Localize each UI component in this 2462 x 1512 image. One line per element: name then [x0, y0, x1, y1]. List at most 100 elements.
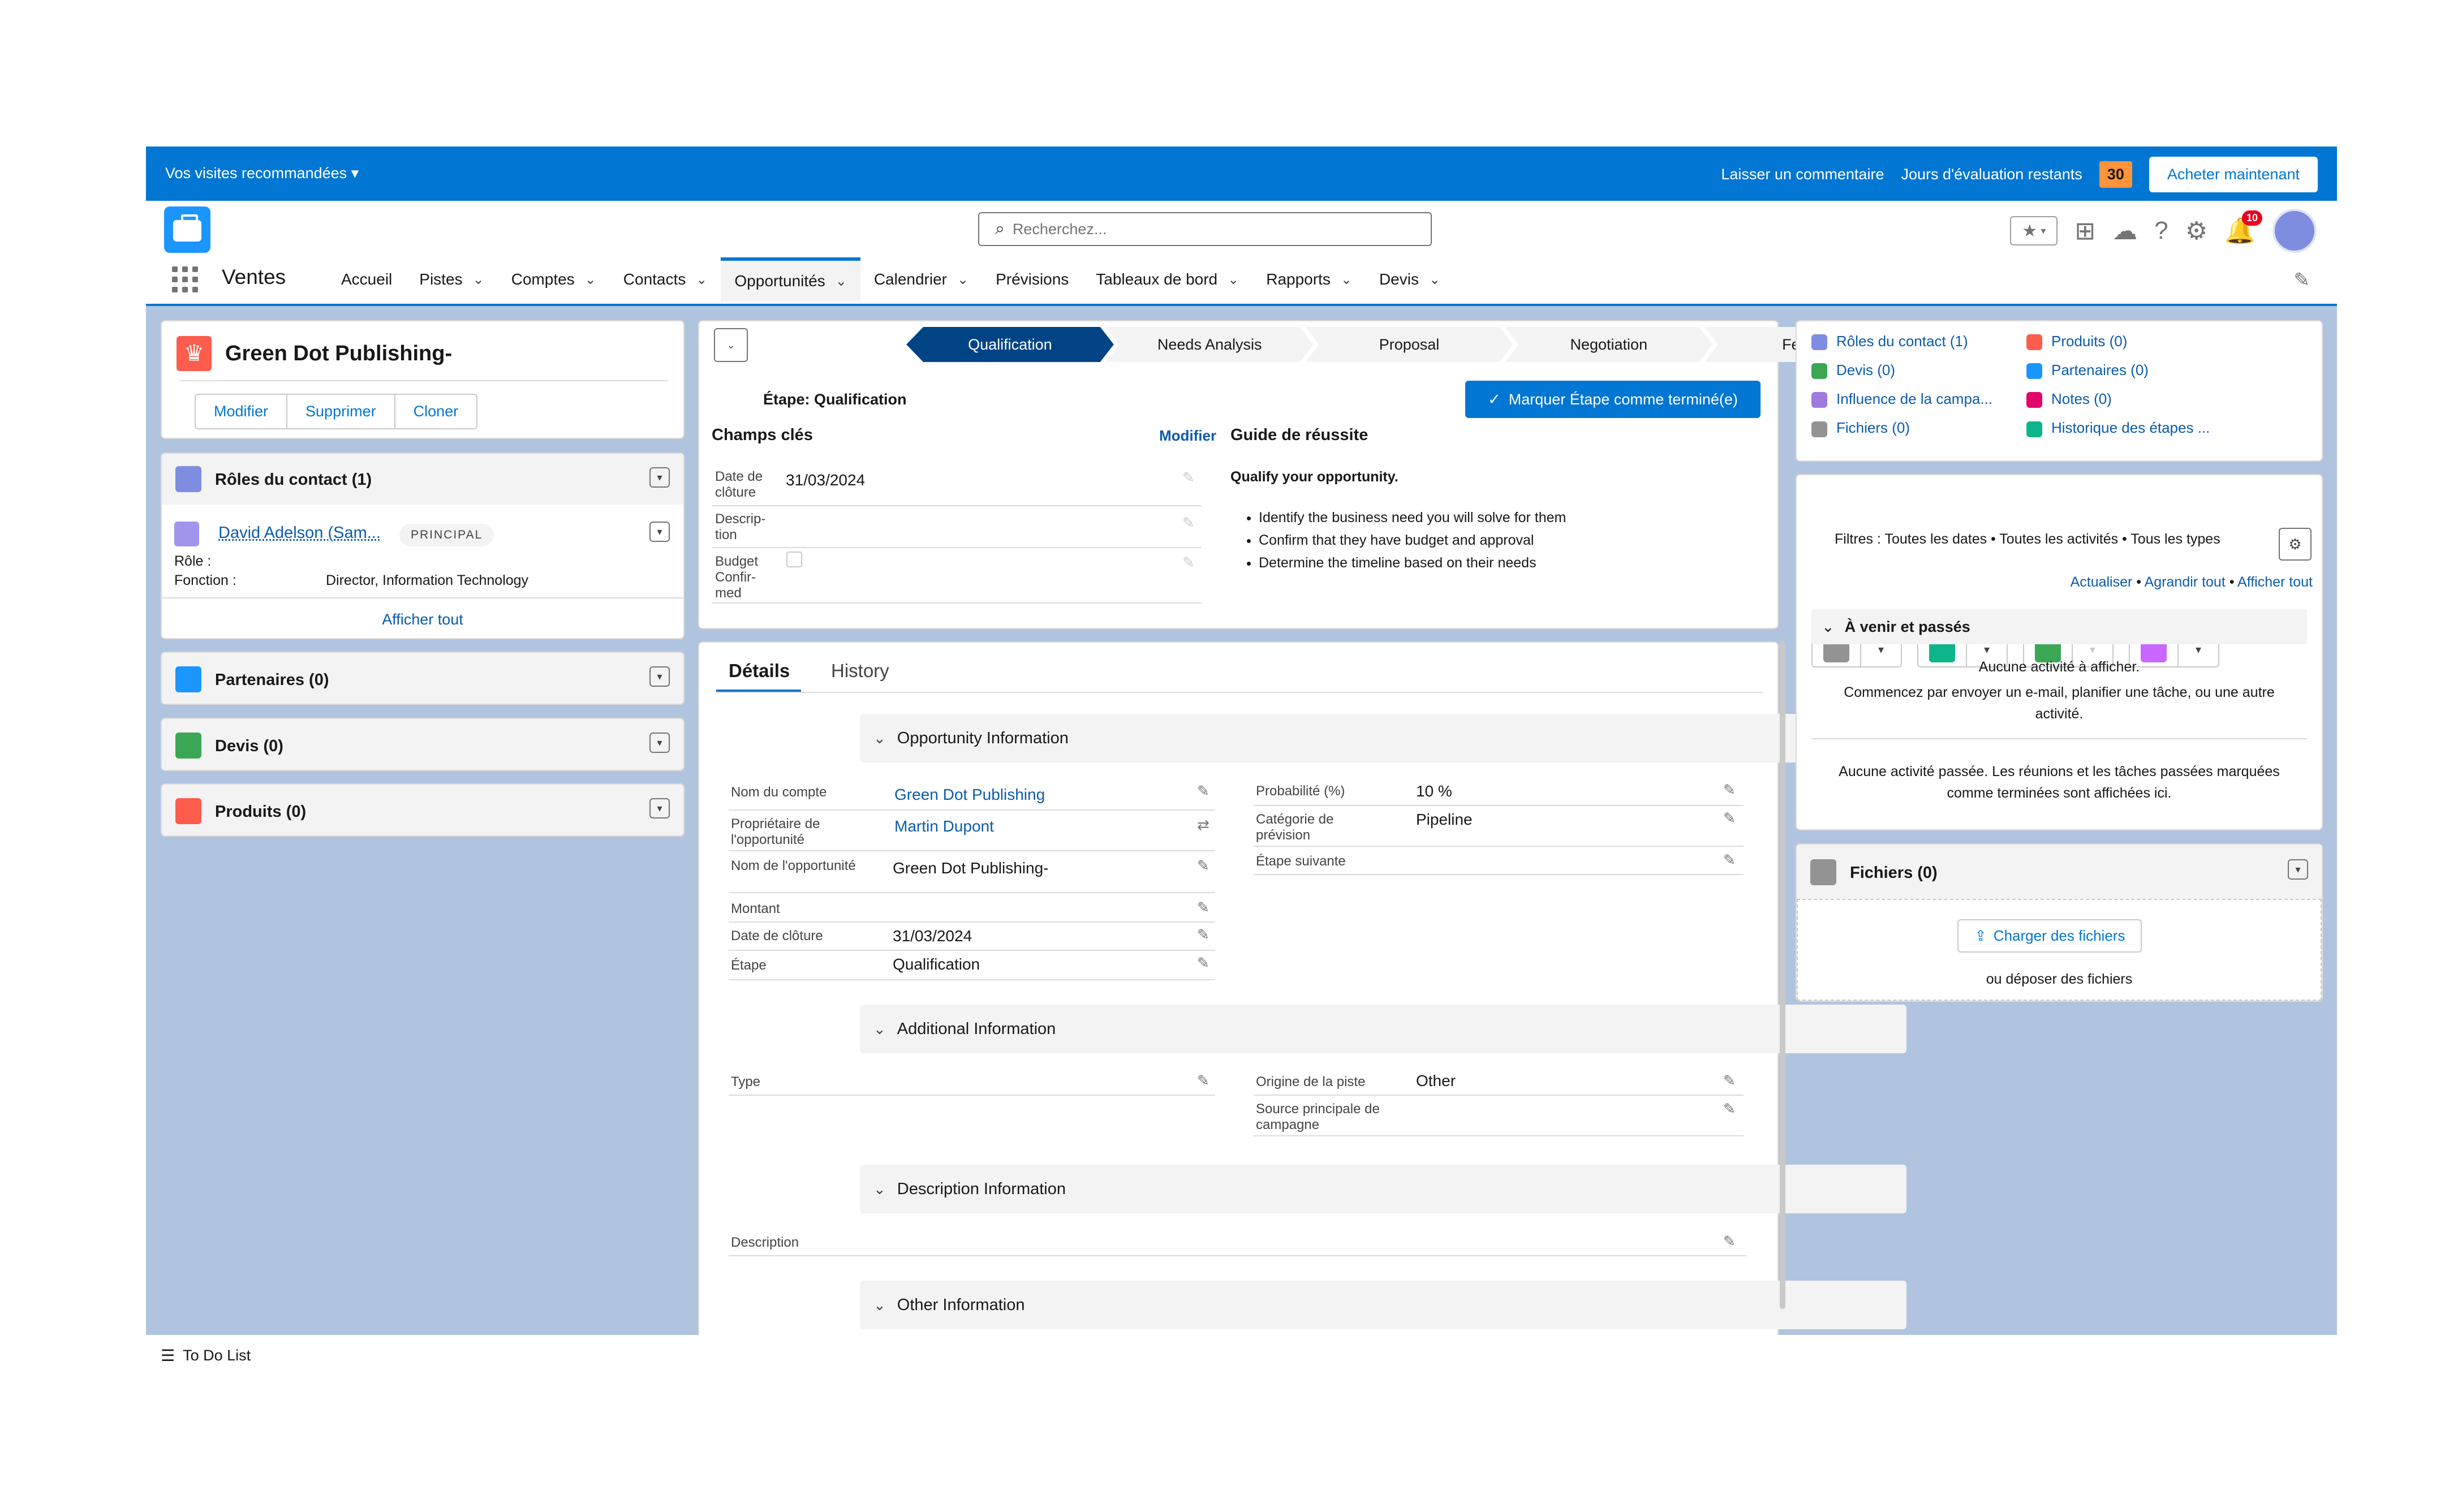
- section-description-information[interactable]: ⌄ Description Information: [860, 1165, 1906, 1213]
- pencil-icon[interactable]: ✎: [1723, 1100, 1736, 1118]
- partners-menu[interactable]: ▾: [649, 666, 670, 687]
- nav-item-previsions[interactable]: Prévisions: [982, 257, 1082, 301]
- chevron-down-icon[interactable]: ⌄: [1341, 272, 1352, 288]
- partners-title[interactable]: Partenaires (0): [215, 671, 329, 690]
- help-icon[interactable]: ?: [2154, 217, 2168, 245]
- pencil-icon[interactable]: ✎: [1182, 469, 1195, 486]
- global-actions-icon[interactable]: ⊞: [2074, 217, 2095, 245]
- chevron-down-icon[interactable]: ⌄: [1228, 272, 1239, 288]
- contact-roles-menu[interactable]: ▾: [649, 467, 670, 488]
- key-fields-edit-link[interactable]: Modifier: [1159, 427, 1216, 445]
- change-owner-icon[interactable]: ⇄: [1197, 816, 1210, 834]
- path-toggle-chevron-icon[interactable]: ⌄: [714, 328, 748, 362]
- pencil-icon[interactable]: ✎: [1723, 1233, 1736, 1250]
- account-name-link[interactable]: Green Dot Publishing: [894, 786, 1045, 804]
- contact-row-menu[interactable]: ▾: [649, 522, 670, 542]
- related-link-notes[interactable]: Notes (0): [2026, 390, 2253, 408]
- nav-item-opportunites[interactable]: Opportunités ⌄: [721, 257, 860, 301]
- chevron-down-icon[interactable]: ⌄: [1429, 272, 1440, 288]
- chevron-down-icon[interactable]: ⌄: [696, 272, 707, 288]
- nav-item-contacts[interactable]: Contacts ⌄: [610, 257, 721, 301]
- refresh-link[interactable]: Actualiser: [2071, 574, 2133, 590]
- chevron-down-icon[interactable]: ⌄: [585, 272, 596, 288]
- view-all-contact-roles[interactable]: Afficher tout: [162, 611, 683, 628]
- pencil-icon[interactable]: ✎: [1197, 954, 1210, 972]
- notifications-bell-icon[interactable]: 🔔 10: [2224, 210, 2262, 245]
- section-additional-information[interactable]: ⌄ Additional Information: [860, 1005, 1906, 1053]
- products-title[interactable]: Produits (0): [215, 803, 306, 821]
- nav-item-tableaux[interactable]: Tableaux de bord ⌄: [1082, 257, 1252, 301]
- related-link-campaign-influence[interactable]: Influence de la campa...: [1811, 390, 2026, 408]
- nav-item-rapports[interactable]: Rapports ⌄: [1252, 257, 1366, 301]
- favorites-button[interactable]: ★ ▾: [2010, 216, 2058, 245]
- mark-stage-complete-button[interactable]: ✓ Marquer Étape comme terminé(e): [1465, 381, 1761, 418]
- related-link-stage-history[interactable]: Historique des étapes ...: [2026, 419, 2253, 437]
- pencil-icon[interactable]: ✎: [1197, 899, 1210, 916]
- pencil-icon[interactable]: ✎: [1197, 1072, 1210, 1089]
- chevron-down-icon[interactable]: ⌄: [957, 272, 969, 288]
- products-card: Produits (0) ▾: [161, 783, 685, 837]
- tab-history[interactable]: History: [831, 660, 889, 682]
- path-stage-negotiation[interactable]: Negotiation: [1505, 327, 1712, 362]
- contact-roles-title[interactable]: Rôles du contact (1): [215, 471, 372, 489]
- pencil-icon[interactable]: ✎: [1182, 514, 1195, 532]
- center-scrollbar[interactable]: [1780, 641, 1785, 1309]
- budget-confirmed-checkbox[interactable]: [786, 552, 802, 567]
- pencil-icon[interactable]: ✎: [1197, 782, 1210, 800]
- clone-button[interactable]: Cloner: [395, 394, 478, 429]
- setup-gear-icon[interactable]: ⚙: [2185, 217, 2207, 245]
- expand-all-link[interactable]: Agrandir tout: [2145, 574, 2226, 590]
- pencil-icon[interactable]: ✎: [1723, 851, 1736, 869]
- owner-link[interactable]: Martin Dupont: [894, 817, 994, 835]
- app-launcher-icon[interactable]: [172, 266, 198, 292]
- edit-button[interactable]: Modifier: [195, 394, 288, 429]
- pencil-icon[interactable]: ✎: [1182, 554, 1195, 571]
- files-title[interactable]: Fichiers (0): [1850, 864, 1938, 882]
- nav-item-calendrier[interactable]: Calendrier ⌄: [860, 257, 982, 301]
- buy-now-button[interactable]: Acheter maintenant: [2149, 157, 2318, 192]
- nav-item-pistes[interactable]: Pistes ⌄: [406, 257, 497, 301]
- user-avatar[interactable]: [2272, 209, 2317, 253]
- activity-settings-gear-icon[interactable]: ⚙: [2279, 528, 2312, 561]
- trailhead-icon[interactable]: ☁: [2112, 217, 2137, 245]
- app-logo[interactable]: [164, 206, 210, 253]
- chevron-down-icon[interactable]: ⌄: [836, 273, 847, 290]
- pencil-icon[interactable]: ✎: [1197, 926, 1210, 944]
- probability-value: 10 %: [1416, 782, 1452, 800]
- files-menu[interactable]: ▾: [2288, 859, 2308, 880]
- related-link-quotes[interactable]: Devis (0): [1811, 361, 2026, 380]
- upcoming-past-section[interactable]: ⌄ À venir et passés: [1811, 609, 2307, 644]
- quotes-title[interactable]: Devis (0): [215, 737, 283, 756]
- feedback-link[interactable]: Laisser un commentaire: [1721, 166, 1884, 183]
- guided-tours-menu[interactable]: Vos visites recommandées ▾: [165, 165, 359, 182]
- path-stage-proposal[interactable]: Proposal: [1306, 327, 1513, 362]
- quotes-menu[interactable]: ▾: [649, 733, 670, 753]
- contact-name-link[interactable]: David Adelson (Sam...: [218, 524, 381, 542]
- fonction-label: Fonction :: [174, 572, 236, 588]
- pencil-icon[interactable]: ✎: [1723, 809, 1736, 827]
- description-label: Description: [731, 1235, 799, 1250]
- global-search[interactable]: ⌕ Recherchez...: [978, 212, 1432, 246]
- section-opportunity-information[interactable]: ⌄ Opportunity Information: [860, 714, 1906, 763]
- nav-item-comptes[interactable]: Comptes ⌄: [498, 257, 610, 301]
- edit-nav-pencil-icon[interactable]: ✎: [2294, 269, 2310, 291]
- pencil-icon[interactable]: ✎: [1723, 1072, 1736, 1089]
- todo-list-button[interactable]: ☰ To Do List: [161, 1346, 251, 1365]
- activity-view-all-link[interactable]: Afficher tout: [2237, 574, 2313, 590]
- products-menu[interactable]: ▾: [649, 798, 670, 819]
- path-stage-qualification[interactable]: Qualification: [906, 327, 1114, 362]
- path-stage-needs-analysis[interactable]: Needs Analysis: [1106, 327, 1314, 362]
- related-link-contact-roles[interactable]: Rôles du contact (1): [1811, 333, 2026, 351]
- pencil-icon[interactable]: ✎: [1723, 781, 1736, 799]
- related-link-products[interactable]: Produits (0): [2026, 333, 2253, 351]
- section-other-information[interactable]: ⌄ Other Information: [860, 1281, 1906, 1329]
- pencil-icon[interactable]: ✎: [1197, 857, 1210, 875]
- nav-item-devis[interactable]: Devis ⌄: [1366, 257, 1454, 301]
- tab-details[interactable]: Détails: [729, 660, 790, 682]
- related-link-files[interactable]: Fichiers (0): [1811, 419, 2026, 437]
- delete-button[interactable]: Supprimer: [287, 394, 395, 429]
- chevron-down-icon[interactable]: ⌄: [473, 272, 484, 288]
- upload-files-button[interactable]: ⇪ Charger des fichiers: [1957, 919, 2142, 953]
- nav-item-accueil[interactable]: Accueil: [328, 257, 406, 301]
- related-link-partners[interactable]: Partenaires (0): [2026, 361, 2253, 380]
